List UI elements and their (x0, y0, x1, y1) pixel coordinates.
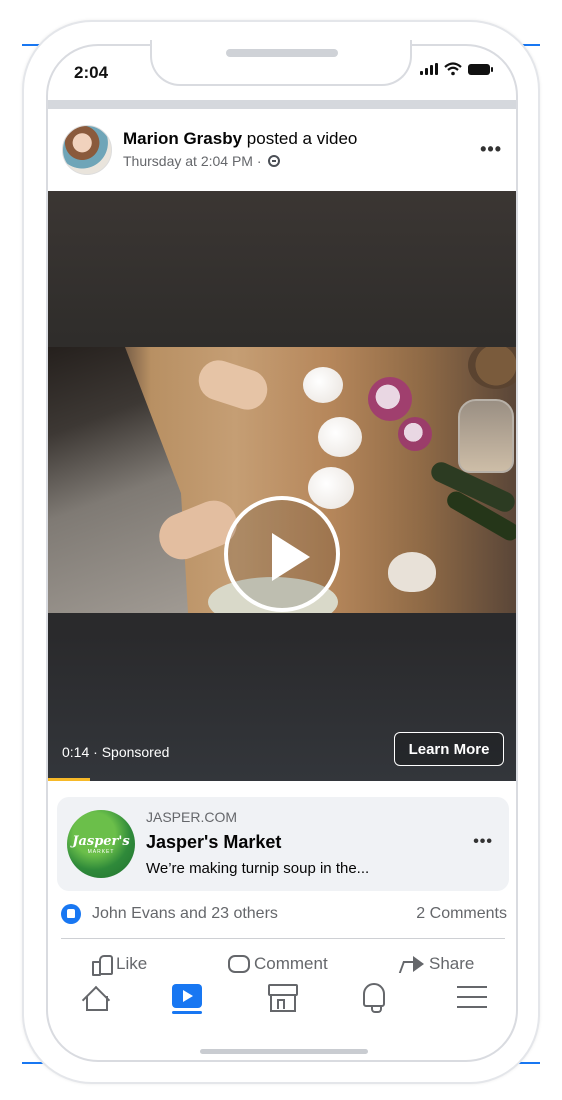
card-title: Jasper's Market (146, 832, 282, 852)
link-card[interactable]: Jasper's MARKET JASPER.COM Jasper's Mark… (57, 797, 509, 891)
author-avatar[interactable] (62, 125, 112, 175)
card-description: We’re making turnip soup in the... (146, 860, 370, 877)
tab-notifications[interactable] (357, 980, 391, 1014)
share-label: Share (429, 954, 475, 973)
bell-icon (363, 983, 385, 1013)
comments-count[interactable]: 2 Comments (416, 905, 507, 923)
divider (61, 938, 505, 939)
video-player[interactable]: 0:14 · Sponsored Learn More (48, 191, 516, 781)
learn-more-button[interactable]: Learn More (394, 732, 504, 766)
feed-separator (48, 100, 516, 109)
status-time: 2:04 (74, 63, 109, 82)
comment-button[interactable]: Comment (228, 954, 328, 974)
video-time-label: 0:14 · Sponsored (62, 744, 170, 760)
thumbs-up-icon (92, 954, 113, 976)
post-meta: Thursday at 2:04 PM · (123, 153, 280, 169)
like-reaction-icon (61, 904, 81, 924)
post-actions: Like Comment Share (48, 950, 516, 980)
comment-icon (228, 955, 250, 973)
video-progress-bar[interactable] (48, 778, 91, 781)
signal-icon (420, 63, 438, 75)
post-header: Marion Grasby posted a video Thursday at… (48, 109, 516, 191)
tab-menu[interactable] (455, 980, 489, 1014)
like-button[interactable]: Like (92, 954, 148, 976)
author-name[interactable]: Marion Grasby (123, 129, 242, 148)
reactions-bar: John Evans and 23 others 2 Comments (61, 903, 507, 925)
logo-text: Jasper's (72, 833, 130, 849)
watch-icon (172, 984, 202, 1008)
reaction-summary[interactable]: John Evans and 23 others (92, 905, 278, 923)
post-more-icon[interactable]: ••• (480, 139, 502, 160)
like-label: Like (116, 954, 148, 973)
status-icons (420, 62, 493, 76)
play-icon[interactable] (224, 496, 340, 612)
bottom-tab-bar (48, 980, 516, 1016)
card-more-icon[interactable]: ••• (473, 833, 493, 851)
battery-icon (468, 63, 493, 75)
speaker-grille (226, 49, 338, 57)
home-icon (82, 984, 108, 1011)
logo-subtext: MARKET (87, 848, 115, 855)
post-timestamp[interactable]: Thursday at 2:04 PM · (123, 153, 262, 169)
globe-icon (267, 155, 280, 167)
tab-marketplace[interactable] (264, 980, 298, 1014)
share-icon (401, 955, 425, 973)
comment-label: Comment (254, 954, 328, 973)
brand-logo: Jasper's MARKET (67, 810, 135, 878)
card-domain: JASPER.COM (146, 809, 238, 825)
home-indicator (200, 1049, 368, 1054)
phone-notch (150, 40, 412, 86)
share-button[interactable]: Share (401, 954, 474, 974)
author-line: Marion Grasby posted a video (123, 129, 357, 149)
tab-home[interactable] (78, 980, 112, 1014)
post-action: posted a video (246, 129, 358, 148)
wifi-icon (444, 62, 462, 76)
tab-watch[interactable] (170, 980, 204, 1014)
active-tab-indicator (172, 1011, 202, 1014)
menu-icon (457, 986, 487, 1008)
